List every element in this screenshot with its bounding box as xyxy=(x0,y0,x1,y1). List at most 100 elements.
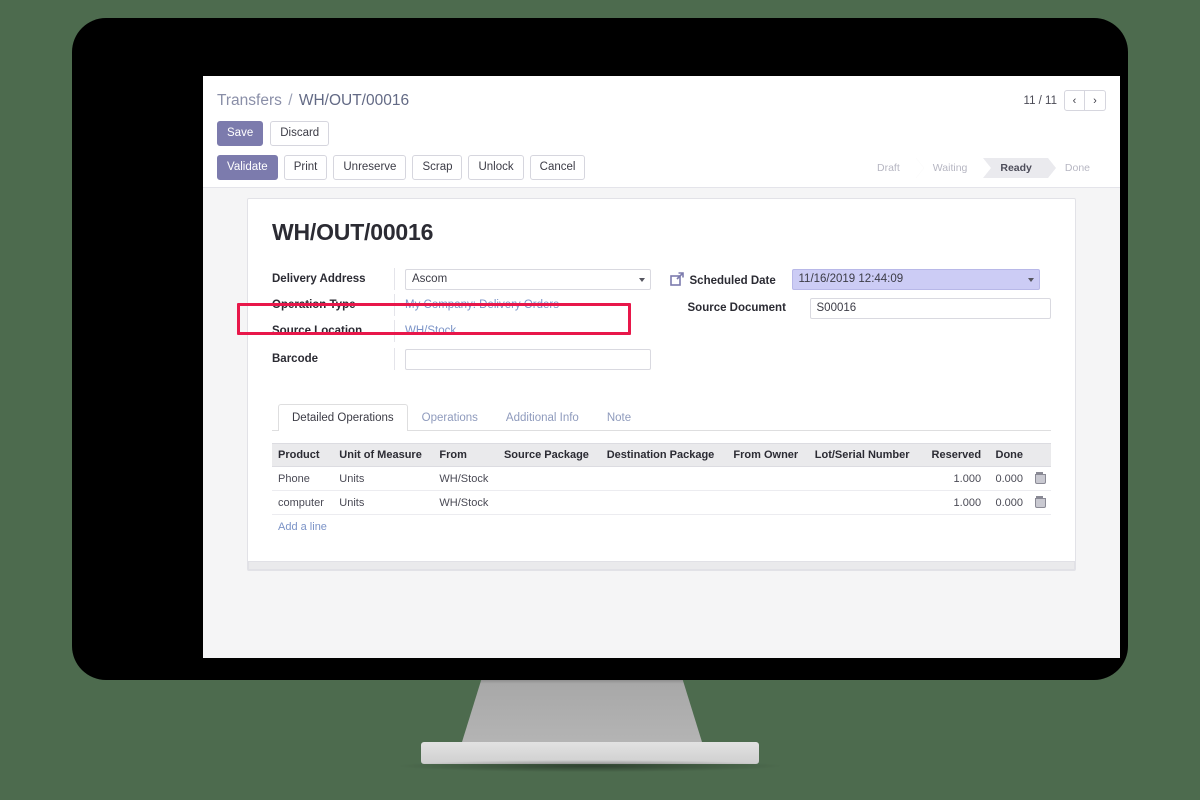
cell-reserved[interactable]: 1.000 xyxy=(921,466,988,491)
tab-note[interactable]: Note xyxy=(593,404,645,431)
delivery-address-label: Delivery Address xyxy=(272,273,366,285)
cell-lot-serial[interactable] xyxy=(808,490,922,515)
unreserve-button[interactable]: Unreserve xyxy=(333,155,407,180)
cell-lot-serial[interactable] xyxy=(808,466,922,491)
app-body: WH/OUT/00016 Delivery Address Ascom Oper… xyxy=(203,188,1120,658)
form-grid: Delivery Address Ascom Operation Type My… xyxy=(272,268,1051,374)
chevron-left-icon[interactable]: ‹ xyxy=(1064,90,1085,111)
scrap-button[interactable]: Scrap xyxy=(412,155,463,180)
column-divider xyxy=(394,294,395,316)
cell-delete[interactable] xyxy=(1029,466,1051,491)
detailed-operations-table: Product Unit of Measure From Source Pack… xyxy=(272,443,1051,515)
cell-destination-package[interactable] xyxy=(600,466,728,491)
cell-from-owner[interactable] xyxy=(727,490,809,515)
column-from: From xyxy=(433,443,498,467)
action-row: Validate Print Unreserve Scrap Unlock Ca… xyxy=(203,146,1120,188)
cell-done[interactable]: 0.000 xyxy=(987,466,1029,491)
field-operation-type: Operation Type My Company: Delivery Orde… xyxy=(272,294,662,316)
column-source-package: Source Package xyxy=(497,443,601,467)
print-button[interactable]: Print xyxy=(283,155,328,180)
column-divider xyxy=(394,268,395,290)
pager: 11 / 11 ‹ › xyxy=(1024,90,1106,111)
pager-buttons: ‹ › xyxy=(1064,90,1106,111)
chevron-right-icon[interactable]: › xyxy=(1085,90,1106,111)
breadcrumb-separator: / xyxy=(288,91,293,109)
status-ready[interactable]: Ready xyxy=(983,157,1056,178)
column-from-owner: From Owner xyxy=(727,443,809,467)
cell-done[interactable]: 0.000 xyxy=(987,490,1029,515)
field-source-document: Source Document S00016 xyxy=(670,297,1051,319)
operation-type-value[interactable]: My Company: Delivery Orders xyxy=(405,299,559,311)
monitor-frame: Transfers / WH/OUT/00016 11 / 11 ‹ › Sav… xyxy=(72,18,1128,680)
unlock-button[interactable]: Unlock xyxy=(468,155,524,180)
notebook: Detailed Operations Operations Additiona… xyxy=(272,404,1051,539)
cell-from[interactable]: WH/Stock xyxy=(433,490,498,515)
source-document-input-wrap: S00016 xyxy=(809,297,1051,319)
delivery-address-input[interactable]: Ascom xyxy=(405,268,651,290)
status-done[interactable]: Done xyxy=(1047,157,1106,178)
table-row[interactable]: Phone Units WH/Stock 1.000 0.000 xyxy=(272,466,1051,491)
cell-uom[interactable]: Units xyxy=(333,490,434,515)
source-document-input[interactable]: S00016 xyxy=(809,297,1051,319)
trash-icon[interactable] xyxy=(1035,472,1046,484)
cell-product[interactable]: Phone xyxy=(272,466,334,491)
breadcrumb-current: WH/OUT/00016 xyxy=(298,91,410,109)
table-row[interactable]: computer Units WH/Stock 1.000 0.000 xyxy=(272,490,1051,515)
cell-delete[interactable] xyxy=(1029,490,1051,515)
barcode-input-wrap xyxy=(405,348,651,370)
discard-button[interactable]: Discard xyxy=(270,121,330,146)
monitor-neck xyxy=(462,680,702,742)
status-bar: Draft Waiting Ready Done xyxy=(859,157,1106,178)
chevron-down-icon[interactable] xyxy=(1027,277,1034,282)
scheduled-date-input-wrap: 11/16/2019 12:44:09 xyxy=(791,268,1040,290)
add-a-line-link[interactable]: Add a line xyxy=(272,515,333,539)
status-waiting[interactable]: Waiting xyxy=(915,157,991,178)
scheduled-date-label-text: Scheduled Date xyxy=(689,274,776,287)
chevron-down-icon[interactable] xyxy=(639,277,645,282)
monitor-shadow xyxy=(400,760,780,772)
scheduled-date-input[interactable]: 11/16/2019 12:44:09 xyxy=(791,268,1040,290)
tab-additional-info[interactable]: Additional Info xyxy=(492,404,593,431)
source-location-label: Source Location xyxy=(272,325,363,337)
barcode-input[interactable] xyxy=(405,348,651,370)
edit-button-row: Save Discard xyxy=(203,111,1120,146)
cell-source-package[interactable] xyxy=(497,466,601,491)
source-document-label: Source Document xyxy=(687,302,786,314)
form-column-right: Scheduled Date 11/16/2019 12:44:09 Sourc… xyxy=(662,268,1052,374)
cell-source-package[interactable] xyxy=(497,490,601,515)
validate-button[interactable]: Validate xyxy=(217,155,278,180)
form-sheet: WH/OUT/00016 Delivery Address Ascom Oper… xyxy=(237,198,1076,571)
trash-icon[interactable] xyxy=(1035,496,1046,508)
delivery-address-input-wrap: Ascom xyxy=(405,268,651,290)
column-reserved: Reserved xyxy=(921,443,988,467)
breadcrumb: Transfers / WH/OUT/00016 xyxy=(217,92,409,110)
cell-product[interactable]: computer xyxy=(272,490,334,515)
sheet-footer xyxy=(248,561,1075,570)
form-column-left: Delivery Address Ascom Operation Type My… xyxy=(272,268,662,374)
tab-detailed-operations[interactable]: Detailed Operations xyxy=(278,404,408,431)
cancel-button[interactable]: Cancel xyxy=(529,155,586,180)
column-actions xyxy=(1029,443,1051,467)
operation-type-label: Operation Type xyxy=(272,299,356,311)
barcode-label: Barcode xyxy=(272,353,319,365)
column-done: Done xyxy=(987,443,1029,467)
cell-reserved[interactable]: 1.000 xyxy=(921,490,988,515)
cell-destination-package[interactable] xyxy=(600,490,728,515)
control-panel: Transfers / WH/OUT/00016 11 / 11 ‹ › Sav… xyxy=(203,76,1120,188)
save-button[interactable]: Save xyxy=(217,121,264,146)
field-source-location: Source Location WH/Stock xyxy=(272,320,662,342)
action-buttons: Validate Print Unreserve Scrap Unlock Ca… xyxy=(217,155,586,180)
page-title: WH/OUT/00016 xyxy=(272,219,434,245)
status-draft[interactable]: Draft xyxy=(859,157,924,178)
cell-from[interactable]: WH/Stock xyxy=(433,466,498,491)
field-scheduled-date: Scheduled Date 11/16/2019 12:44:09 xyxy=(669,268,1052,290)
cell-uom[interactable]: Units xyxy=(333,466,434,491)
cell-from-owner[interactable] xyxy=(727,466,809,491)
breadcrumb-row: Transfers / WH/OUT/00016 11 / 11 ‹ › xyxy=(203,90,1120,111)
source-location-value[interactable]: WH/Stock xyxy=(405,325,456,337)
tab-operations[interactable]: Operations xyxy=(408,404,492,431)
field-barcode: Barcode xyxy=(272,348,662,370)
external-link-icon[interactable] xyxy=(669,271,684,286)
table-header-row: Product Unit of Measure From Source Pack… xyxy=(272,443,1051,467)
breadcrumb-parent[interactable]: Transfers xyxy=(217,92,282,109)
